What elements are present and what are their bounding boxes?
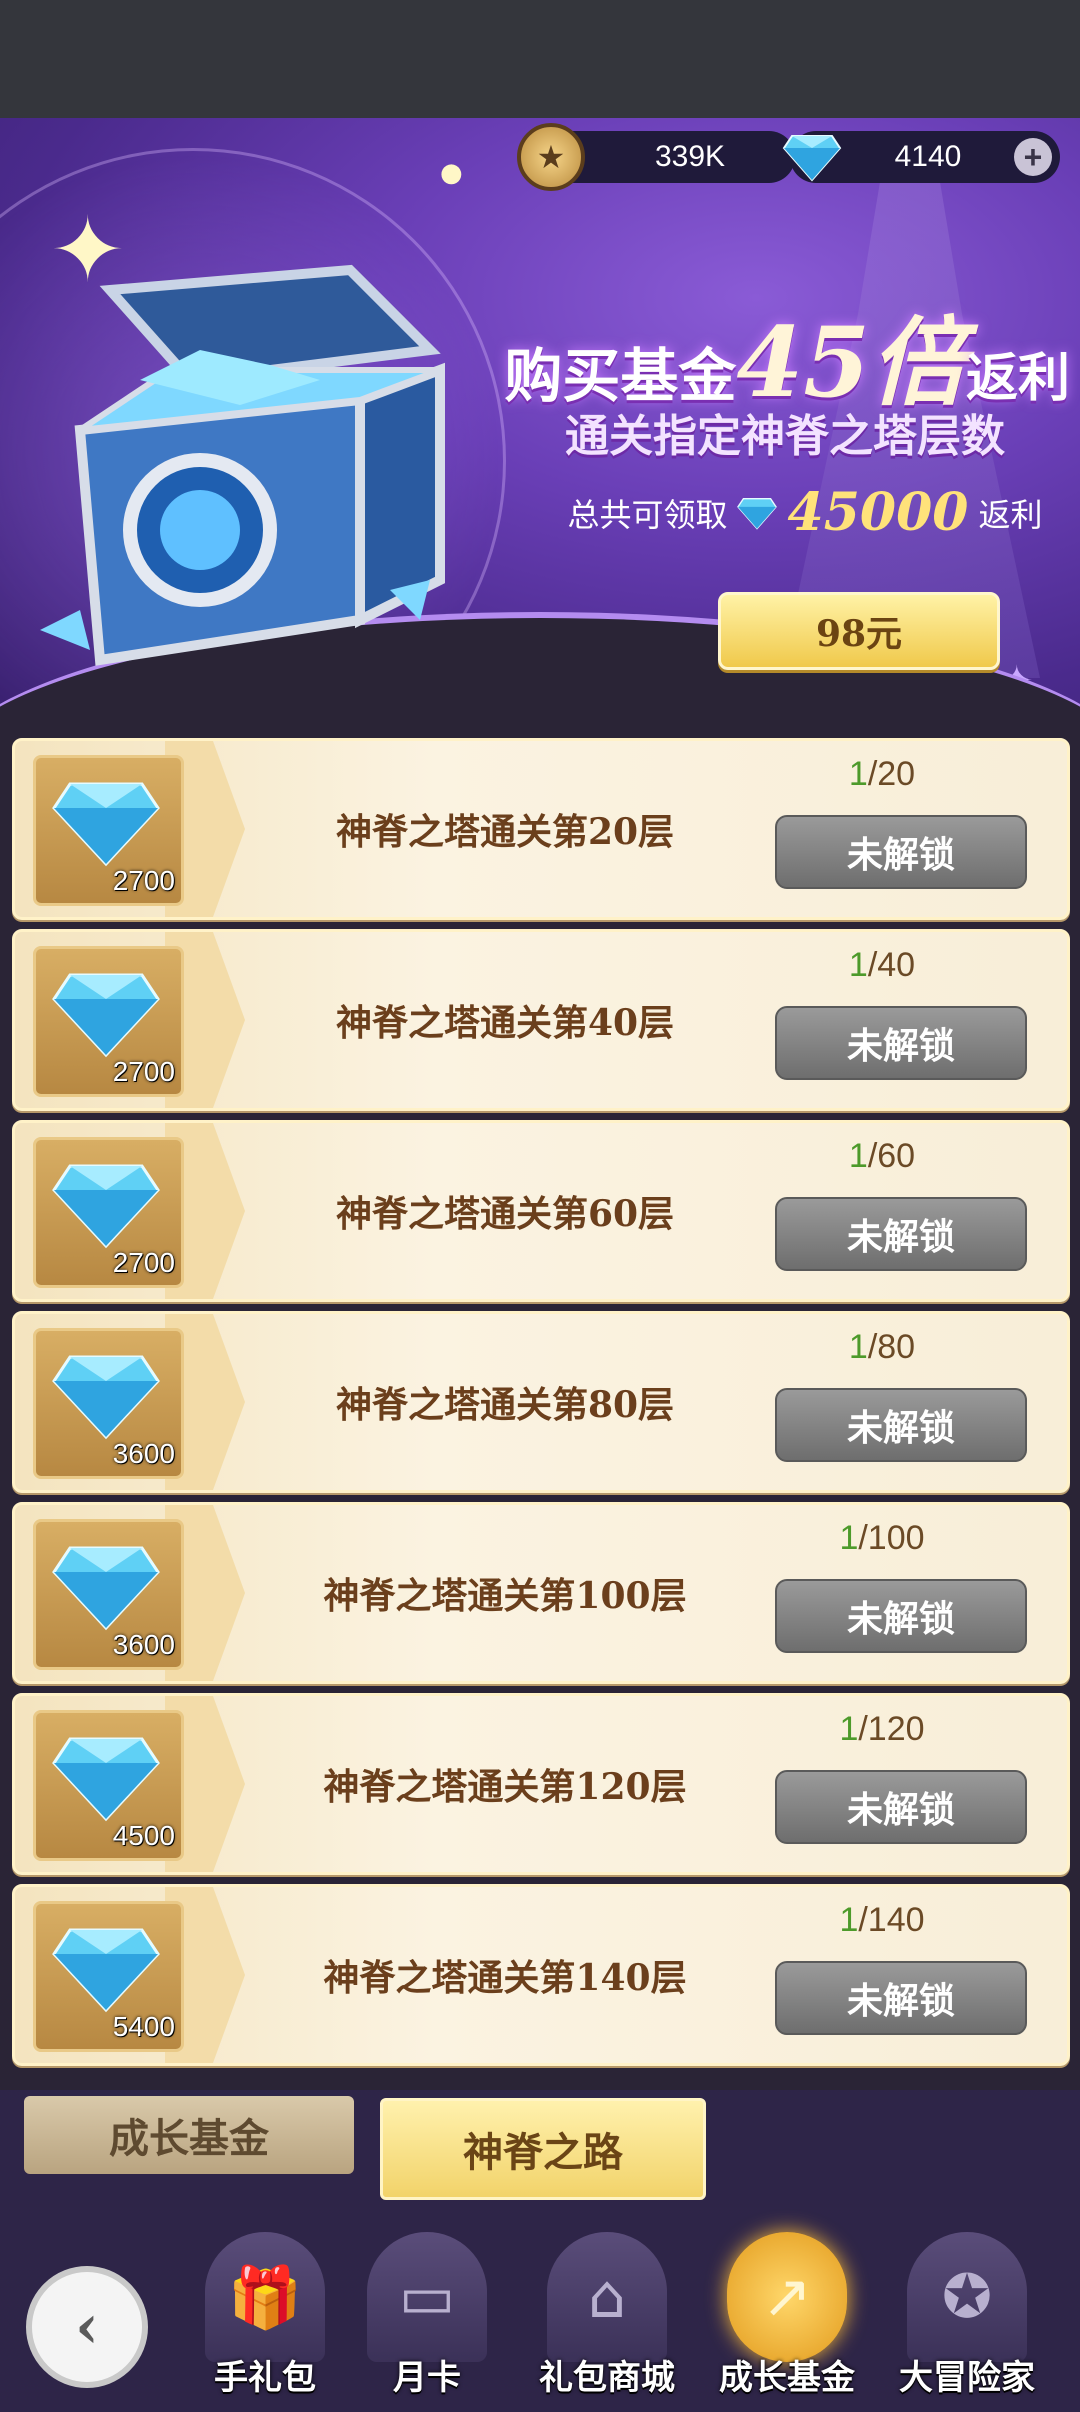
claim-button[interactable]: 未解锁 xyxy=(775,1770,1027,1844)
gem-icon xyxy=(52,1546,160,1631)
fund-subtitle: 通关指定神脊之塔层数 xyxy=(565,411,1005,462)
nav-gift-pack[interactable]: 🎁 手礼包 xyxy=(190,2232,340,2412)
progress-current: 1 xyxy=(848,1137,868,1175)
reward-title: 神脊之塔通关第80层 xyxy=(335,1384,675,1426)
reward-gem-amount: 5400 xyxy=(112,2011,175,2042)
back-arrow-icon: ‹ xyxy=(75,2292,99,2362)
gem-icon xyxy=(736,497,777,530)
buy-fund-button[interactable]: 98元 xyxy=(718,592,1000,670)
progress-target: /40 xyxy=(867,946,916,984)
gem-icon xyxy=(52,782,160,867)
claim-button[interactable]: 未解锁 xyxy=(775,1961,1027,2035)
reward-title: 神脊之塔通关第20层 xyxy=(335,811,675,853)
claim-button[interactable]: 未解锁 xyxy=(775,815,1027,889)
tab-growth-fund[interactable]: 成长基金 xyxy=(24,2096,354,2174)
progress-current: 1 xyxy=(848,755,868,793)
gem-icon xyxy=(52,973,160,1058)
claim-button[interactable]: 未解锁 xyxy=(775,1388,1027,1462)
reward-title: 神脊之塔通关第40层 xyxy=(335,1002,675,1044)
reward-row: 5400 神脊之塔通关第140层 1/140 未解锁 xyxy=(12,1884,1070,2066)
progress-target: /120 xyxy=(858,1710,925,1748)
reward-gem-amount: 2700 xyxy=(112,1247,175,1278)
reward-gem-box: 2700 xyxy=(33,755,184,906)
nav-monthly-card[interactable]: ▭ 月卡 xyxy=(352,2232,502,2412)
reward-gem-box: 5400 xyxy=(33,1901,184,2052)
reward-row: 3600 神脊之塔通关第80层 1/80 未解锁 xyxy=(12,1311,1070,1493)
reward-progress: 1/100 xyxy=(787,1519,977,1558)
reward-gem-box: 4500 xyxy=(33,1710,184,1861)
gem-icon xyxy=(52,1737,160,1822)
total-reward-line: 总共可领取 45000 返利 xyxy=(560,482,1050,543)
reward-gem-amount: 4500 xyxy=(112,1820,175,1851)
gem-icon xyxy=(52,1928,160,2013)
progress-current: 1 xyxy=(839,1901,859,1939)
tab-divine-road[interactable]: 神脊之路 xyxy=(380,2098,706,2200)
gem-amount: 4140 xyxy=(894,140,962,173)
claim-button[interactable]: 未解锁 xyxy=(775,1197,1027,1271)
gold-currency: ★ 339K xyxy=(517,123,795,191)
reward-gem-box: 3600 xyxy=(33,1519,184,1670)
reward-gem-amount: 3600 xyxy=(112,1629,175,1660)
reward-gem-amount: 2700 xyxy=(112,865,175,896)
adventurer-icon: ✪ xyxy=(907,2232,1027,2362)
reward-gem-box: 3600 xyxy=(33,1328,184,1479)
claim-button[interactable]: 未解锁 xyxy=(775,1006,1027,1080)
reward-progress: 1/80 xyxy=(787,1328,977,1367)
nav-label: 手礼包 xyxy=(214,2358,316,2398)
reward-progress: 1/40 xyxy=(787,946,977,985)
progress-current: 1 xyxy=(839,1519,859,1557)
total-prefix: 总共可领取 xyxy=(567,495,728,534)
add-gems-button[interactable]: + xyxy=(1014,138,1052,176)
reward-gem-box: 2700 xyxy=(33,946,184,1097)
nav-adventurer[interactable]: ✪ 大冒险家 xyxy=(892,2232,1042,2412)
nav-label: 月卡 xyxy=(393,2358,461,2398)
gem-currency: 4140 + xyxy=(782,131,1060,183)
gem-icon xyxy=(52,1355,160,1440)
claim-button[interactable]: 未解锁 xyxy=(775,1579,1027,1653)
reward-row: 4500 神脊之塔通关第120层 1/120 未解锁 xyxy=(12,1693,1070,1875)
nav-label: 大冒险家 xyxy=(899,2358,1035,2398)
reward-row: 3600 神脊之塔通关第100层 1/100 未解锁 xyxy=(12,1502,1070,1684)
shop-icon: ⌂ xyxy=(547,2232,667,2362)
growth-fund-icon: ↗ xyxy=(727,2232,847,2362)
reward-title: 神脊之塔通关第60层 xyxy=(335,1193,675,1235)
reward-gem-box: 2700 xyxy=(33,1137,184,1288)
progress-target: /20 xyxy=(867,755,916,793)
progress-target: /80 xyxy=(867,1328,916,1366)
gem-icon xyxy=(52,1164,160,1249)
progress-target: /100 xyxy=(858,1519,925,1557)
reward-progress: 1/60 xyxy=(787,1137,977,1176)
gift-icon: 🎁 xyxy=(205,2232,325,2362)
progress-target: /60 xyxy=(867,1137,916,1175)
reward-progress: 1/20 xyxy=(787,755,977,794)
reward-row: 2700 神脊之塔通关第40层 1/40 未解锁 xyxy=(12,929,1070,1111)
progress-current: 1 xyxy=(848,946,868,984)
reward-gem-amount: 3600 xyxy=(112,1438,175,1469)
reward-row: 2700 神脊之塔通关第60层 1/60 未解锁 xyxy=(12,1120,1070,1302)
total-suffix: 返利 xyxy=(978,495,1043,534)
reward-row: 2700 神脊之塔通关第20层 1/20 未解锁 xyxy=(12,738,1070,920)
gem-icon xyxy=(782,127,842,187)
gold-coin-icon: ★ xyxy=(517,123,585,191)
nav-label: 礼包商城 xyxy=(539,2358,675,2398)
nav-growth-fund[interactable]: ↗ 成长基金 xyxy=(712,2232,862,2412)
card-icon: ▭ xyxy=(367,2232,487,2362)
nav-label: 成长基金 xyxy=(719,2358,855,2398)
reward-title: 神脊之塔通关第100层 xyxy=(323,1575,687,1617)
back-button[interactable]: ‹ xyxy=(26,2266,148,2388)
total-amount: 45000 xyxy=(787,482,969,543)
reward-progress: 1/140 xyxy=(787,1901,977,1940)
reward-gem-amount: 2700 xyxy=(112,1056,175,1087)
progress-target: /140 xyxy=(858,1901,925,1939)
reward-progress: 1/120 xyxy=(787,1710,977,1749)
gold-amount: 339K xyxy=(654,140,726,173)
reward-title: 神脊之塔通关第120层 xyxy=(323,1766,687,1808)
nav-gift-shop[interactable]: ⌂ 礼包商城 xyxy=(532,2232,682,2412)
progress-current: 1 xyxy=(848,1328,868,1366)
progress-current: 1 xyxy=(839,1710,859,1748)
status-bar xyxy=(0,0,1080,118)
reward-title: 神脊之塔通关第140层 xyxy=(323,1957,687,1999)
sparkle-icon: ● xyxy=(440,158,463,188)
treasure-chest-image xyxy=(40,264,445,666)
